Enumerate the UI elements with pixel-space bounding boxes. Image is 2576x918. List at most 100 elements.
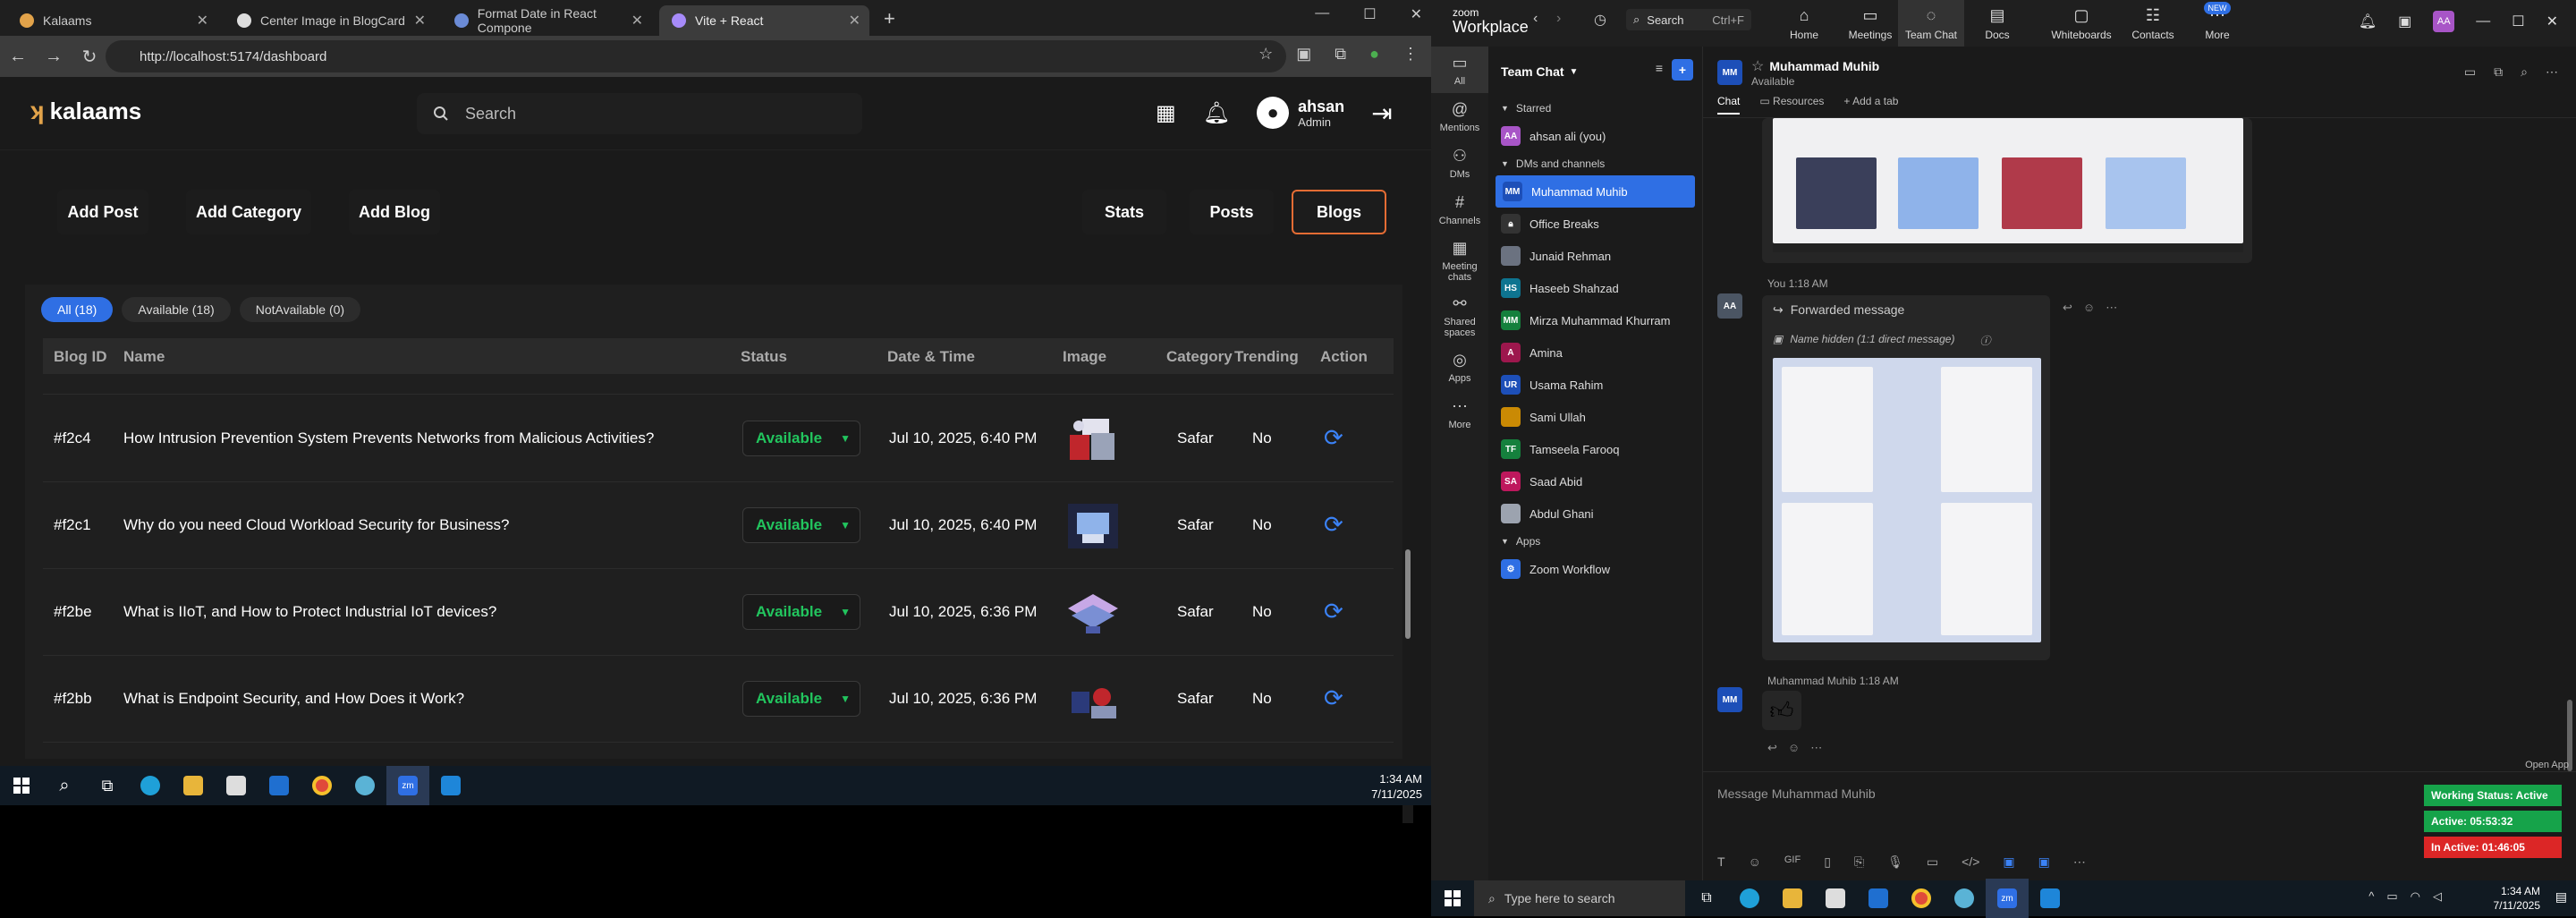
notification-bell-icon[interactable]: 🔔︎ [2359, 13, 2377, 30]
reply-icon[interactable]: ↩ [1767, 741, 1777, 755]
col-name[interactable]: Name [123, 348, 165, 366]
store-icon[interactable] [1814, 879, 1857, 918]
list-item[interactable]: ⚙ Zoom Workflow [1488, 553, 1693, 585]
stats-button[interactable]: Stats [1082, 190, 1166, 234]
blogs-button[interactable]: Blogs [1292, 190, 1386, 234]
nav-more[interactable]: NEW ⋯ More [2184, 0, 2250, 47]
list-item[interactable]: MM Mirza Muhammad Khurram [1488, 304, 1693, 336]
minimize-icon[interactable]: — [1315, 5, 1329, 23]
user-menu[interactable]: ● ahsan Admin [1257, 97, 1344, 129]
avatar[interactable]: MM [1717, 60, 1742, 85]
refresh-icon[interactable]: ⟳ [1324, 424, 1343, 452]
microphone-icon[interactable]: 🎙︎ [1887, 854, 1903, 870]
section-apps[interactable]: ▼ Apps [1488, 530, 1702, 553]
network-icon[interactable]: ▭ [2386, 889, 2397, 904]
filter-not-available[interactable]: NotAvailable (0) [239, 297, 361, 322]
app-icon[interactable] [1943, 879, 1986, 918]
list-item[interactable]: SA Saad Abid [1488, 465, 1693, 497]
scrollbar-thumb[interactable] [1405, 549, 1411, 639]
maximize-icon[interactable]: ☐ [2512, 13, 2524, 30]
rail-channels[interactable]: # Channels [1431, 186, 1488, 233]
task-view-icon[interactable]: ⧉ [86, 766, 129, 805]
tab-chat[interactable]: Chat [1717, 95, 1741, 115]
avatar[interactable]: AA [2433, 11, 2455, 32]
message-input[interactable]: Message Muhammad Muhib [1717, 786, 1876, 801]
list-item[interactable]: AA ahsan ali (you) [1488, 120, 1693, 152]
menu-icon[interactable]: ⋮ [1402, 45, 1419, 64]
emoji-icon[interactable]: ☺ [2083, 301, 2095, 315]
edge-icon[interactable] [129, 766, 172, 805]
browser-tab[interactable]: Format Date in React Compone ✕ [442, 5, 652, 36]
apps-grid-icon[interactable]: ▦ [1156, 100, 1176, 126]
screenshot-icon[interactable]: ⎘ [1854, 854, 1864, 870]
status-select[interactable]: Available ▼ [742, 507, 860, 543]
table-scrollbar[interactable] [1402, 424, 1413, 823]
wifi-icon[interactable]: ◠ [2411, 889, 2420, 904]
logo[interactable]: ʞ kalaams [30, 97, 141, 125]
col-status[interactable]: Status [741, 348, 787, 366]
more-icon[interactable]: ⋯ [2546, 64, 2558, 80]
list-item[interactable]: Abdul Ghani [1488, 497, 1693, 530]
close-icon[interactable]: ✕ [414, 12, 426, 30]
open-app-label[interactable]: Open App [2525, 760, 2569, 770]
close-window-icon[interactable]: ✕ [2546, 13, 2558, 30]
edge-icon[interactable] [1728, 879, 1771, 918]
video-icon[interactable]: ▭ [2464, 64, 2476, 80]
reply-icon[interactable]: ↩ [2063, 301, 2072, 315]
puzzle-icon[interactable]: ⧉ [1335, 45, 1346, 64]
filter-all[interactable]: All (18) [41, 297, 114, 322]
section-starred[interactable]: ▼ Starred [1488, 97, 1702, 120]
refresh-icon[interactable]: ⟳ [1324, 511, 1343, 539]
chat-list-title[interactable]: Team Chat [1501, 64, 1564, 79]
gif-icon[interactable]: GIF [1784, 854, 1801, 870]
zoom-app-icon[interactable]: zm [1986, 879, 2029, 918]
list-item[interactable]: Sami Ullah [1488, 401, 1693, 433]
rail-mentions[interactable]: @ Mentions [1431, 93, 1488, 140]
status-select[interactable]: Available ▼ [742, 594, 860, 630]
refresh-icon[interactable]: ⟳ [1324, 598, 1343, 625]
filter-available[interactable]: Available (18) [122, 297, 231, 322]
windows-search-input[interactable]: ⌕ Type here to search [1474, 880, 1685, 916]
browser-tab[interactable]: Center Image in BlogCard ✕ [225, 5, 435, 36]
refresh-icon[interactable]: ⟳ [1324, 684, 1343, 712]
nav-team-chat[interactable]: ◌ Team Chat [1898, 0, 1964, 47]
app-icon[interactable]: ▣ [2003, 854, 2014, 870]
taskbar-clock[interactable]: 1:34 AM 7/11/2025 [2494, 884, 2541, 913]
list-item[interactable]: UR Usama Rahim [1488, 369, 1693, 401]
rail-shared-spaces[interactable]: ⚯ Shared spaces [1431, 288, 1488, 344]
info-icon[interactable]: ⓘ [1979, 333, 1990, 348]
list-item[interactable]: Junaid Rehman [1488, 240, 1693, 272]
chevron-down-icon[interactable]: ▼ [1570, 67, 1579, 77]
file-explorer-icon[interactable] [1771, 879, 1814, 918]
notification-icon[interactable]: ▤ [2555, 889, 2567, 905]
more-icon[interactable]: ⋯ [1810, 741, 1822, 755]
close-window-icon[interactable]: ✕ [1411, 5, 1422, 23]
add-post-button[interactable]: Add Post [57, 190, 148, 234]
new-tab-icon[interactable]: + [884, 7, 895, 30]
more-icon[interactable]: ⋯ [2073, 854, 2086, 870]
file-icon[interactable]: ▯ [1824, 854, 1831, 870]
taskbar-clock[interactable]: 1:34 AM 7/11/2025 [1371, 771, 1422, 802]
close-icon[interactable]: ✕ [197, 12, 208, 30]
list-item[interactable]: TF Tamseela Farooq [1488, 433, 1693, 465]
history-icon[interactable]: ◷ [1594, 11, 1606, 29]
emoji-icon[interactable]: ☺ [1788, 741, 1800, 755]
outlook-icon[interactable] [258, 766, 301, 805]
close-icon[interactable]: ✕ [849, 12, 860, 30]
col-blog-id[interactable]: Blog ID [54, 348, 107, 366]
start-icon[interactable] [0, 766, 43, 805]
rail-apps[interactable]: ◎ Apps [1431, 344, 1488, 390]
outlook-icon[interactable] [1857, 879, 1900, 918]
list-item-selected[interactable]: MM Muhammad Muhib [1496, 175, 1695, 208]
url-field[interactable]: http://localhost:5174/dashboard [106, 40, 1286, 72]
chrome-icon[interactable] [1900, 879, 1943, 918]
avatar[interactable]: AA [1717, 293, 1742, 319]
nav-meetings[interactable]: ▭ Meetings [1837, 0, 1903, 47]
browser-tab-active[interactable]: Vite + React ✕ [659, 5, 869, 36]
chat-title[interactable]: Muhammad Muhib [1769, 59, 1879, 73]
back-icon[interactable]: ‹ [1533, 11, 1538, 27]
forward-icon[interactable]: → [36, 47, 72, 67]
section-dms[interactable]: ▼ DMs and channels [1488, 152, 1702, 175]
tab-resources[interactable]: ▭ Resources [1759, 95, 1824, 115]
store-icon[interactable] [215, 766, 258, 805]
